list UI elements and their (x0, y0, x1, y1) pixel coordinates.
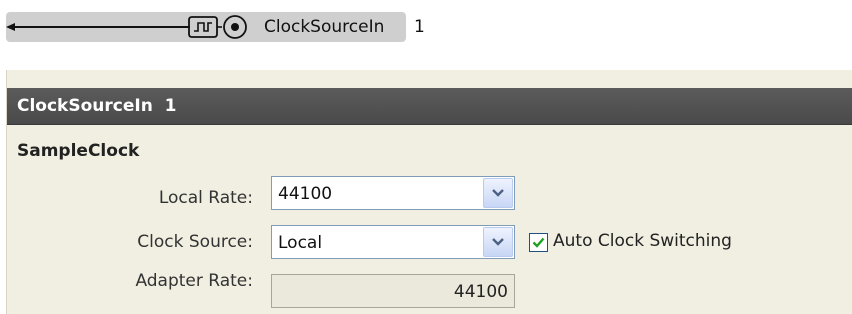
block-name-label: ClockSourceIn (264, 17, 385, 37)
local-rate-select[interactable]: 44100 (271, 176, 515, 210)
clock-source-dropdown-button[interactable] (483, 227, 513, 257)
block-index-label: 1 (414, 17, 425, 37)
clock-source-view: ClockSourceIn 1 ClockSourceIn 1 SampleCl… (0, 0, 852, 314)
section-title: SampleClock (17, 141, 140, 161)
adapter-rate-value: 44100 (453, 282, 508, 302)
adapter-rate-label: Adapter Rate: (135, 271, 253, 291)
properties-panel: ClockSourceIn 1 SampleClock Local Rate: … (6, 70, 852, 314)
clock-source-value: Local (278, 233, 323, 253)
auto-clock-switching-label[interactable]: Auto Clock Switching (553, 230, 732, 252)
chevron-down-icon (492, 238, 504, 246)
check-icon (532, 237, 545, 248)
chevron-down-icon (492, 189, 504, 197)
local-rate-dropdown-button[interactable] (483, 178, 513, 208)
clock-source-select[interactable]: Local (271, 225, 515, 259)
panel-header: ClockSourceIn 1 (7, 88, 852, 125)
panel-title: ClockSourceIn 1 (17, 96, 177, 116)
local-rate-value: 44100 (278, 184, 333, 204)
local-rate-label: Local Rate: (158, 188, 253, 208)
adapter-rate-field: 44100 (271, 274, 515, 308)
arrow-left-icon (6, 23, 15, 31)
auto-clock-switching-checkbox[interactable] (529, 233, 548, 252)
clock-source-label: Clock Source: (137, 232, 253, 252)
wire-connector (6, 15, 247, 39)
input-port-icon (223, 15, 247, 39)
clock-pulse-icon (188, 16, 218, 38)
